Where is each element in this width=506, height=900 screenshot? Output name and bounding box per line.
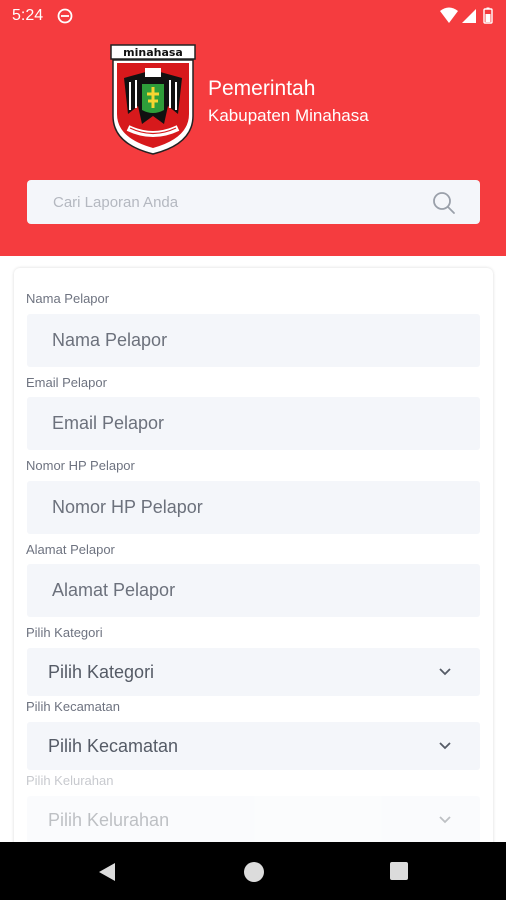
nama-pelapor-input[interactable]: [52, 314, 452, 367]
kecamatan-value: Pilih Kecamatan: [48, 735, 179, 756]
svg-text:minahasa: minahasa: [123, 46, 183, 59]
alamat-pelapor-input[interactable]: [52, 564, 452, 617]
nama-pelapor-field[interactable]: [27, 314, 480, 367]
kelurahan-value: Pilih Kelurahan: [48, 809, 170, 830]
search-icon[interactable]: [432, 191, 456, 215]
nav-back-icon[interactable]: [97, 862, 117, 882]
chevron-down-icon: [439, 816, 451, 824]
nama-pelapor-label: Nama Pelapor: [26, 291, 110, 306]
chevron-down-icon: [439, 668, 451, 676]
alamat-pelapor-label: Alamat Pelapor: [26, 542, 115, 557]
nomor-hp-label: Nomor HP Pelapor: [26, 458, 135, 473]
kecamatan-label: Pilih Kecamatan: [26, 699, 120, 714]
alamat-pelapor-field[interactable]: [27, 564, 480, 617]
chevron-down-icon: [439, 742, 451, 750]
dnd-icon: [57, 8, 73, 24]
kategori-value: Pilih Kategori: [48, 661, 155, 682]
nomor-hp-input[interactable]: [52, 481, 452, 534]
search-input[interactable]: [53, 180, 433, 224]
nav-recent-icon[interactable]: [390, 862, 408, 880]
brand-title: Pemerintah: [208, 77, 316, 100]
nomor-hp-field[interactable]: [27, 481, 480, 534]
search-box[interactable]: [27, 180, 480, 224]
status-icons: [440, 7, 493, 24]
status-bar: 5:24: [0, 0, 506, 32]
kecamatan-select[interactable]: Pilih Kecamatan: [27, 722, 480, 770]
nav-home-icon[interactable]: [244, 862, 264, 882]
navigation-bar: [0, 842, 506, 900]
battery-icon: [483, 7, 493, 24]
email-pelapor-field[interactable]: [27, 397, 480, 450]
brand-subtitle: Kabupaten Minahasa: [208, 106, 369, 125]
kelurahan-label: Pilih Kelurahan: [26, 773, 114, 788]
header: 5:24 minahasa Pemerintah Kabupaten Minah…: [0, 0, 506, 256]
minahasa-logo: minahasa: [110, 44, 196, 155]
kategori-label: Pilih Kategori: [26, 625, 103, 640]
status-time: 5:24: [12, 7, 44, 24]
wifi-icon: [440, 7, 458, 23]
email-pelapor-label: Email Pelapor: [26, 375, 107, 390]
kategori-select[interactable]: Pilih Kategori: [27, 648, 480, 696]
email-pelapor-input[interactable]: [52, 397, 452, 450]
signal-icon: [462, 9, 476, 23]
kelurahan-select[interactable]: Pilih Kelurahan: [27, 796, 480, 844]
